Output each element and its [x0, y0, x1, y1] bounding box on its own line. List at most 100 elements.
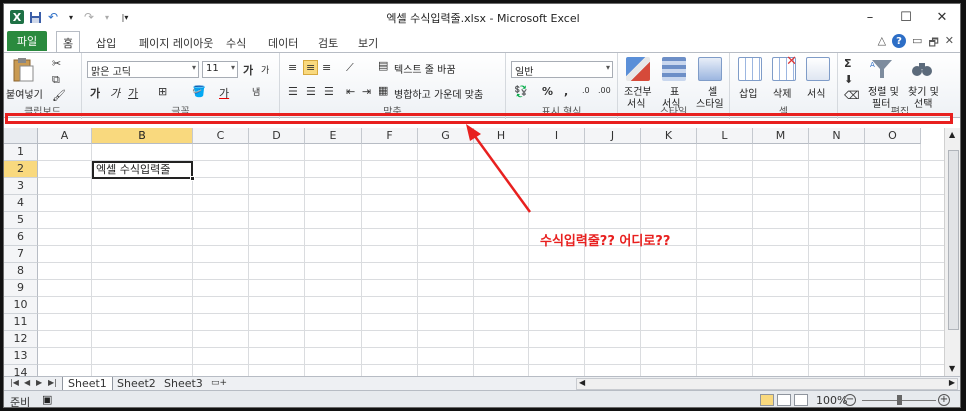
scroll-left-icon[interactable]: ◀ — [579, 378, 585, 387]
column-header-m[interactable]: M — [753, 128, 809, 144]
column-header-n[interactable]: N — [809, 128, 865, 144]
underline-icon[interactable]: 가 — [128, 85, 138, 101]
tab-home[interactable]: 홈 — [56, 31, 81, 52]
sheet-tab-1[interactable]: Sheet1 — [62, 377, 113, 391]
italic-icon[interactable]: 가 — [110, 85, 120, 101]
column-header-d[interactable]: D — [249, 128, 305, 144]
close-button[interactable]: ✕ — [924, 4, 960, 30]
last-sheet-icon[interactable]: ▶| — [48, 378, 57, 387]
row-header-8[interactable]: 8 — [4, 263, 38, 280]
column-header-c[interactable]: C — [193, 128, 249, 144]
column-header-l[interactable]: L — [697, 128, 753, 144]
align-top-icon[interactable]: ≡ — [288, 61, 297, 74]
fill-handle[interactable] — [190, 176, 195, 181]
currency-icon[interactable]: 💱 — [514, 85, 528, 98]
increase-indent-icon[interactable]: ⇥ — [362, 85, 371, 98]
workbook-restore-icon[interactable]: 🗗 — [928, 34, 938, 53]
increase-decimal-icon[interactable]: .0 — [582, 86, 590, 95]
autosum-icon[interactable]: Σ — [844, 57, 852, 70]
align-left-icon[interactable]: ☰ — [288, 85, 298, 98]
vertical-scrollbar[interactable]: ▲ ▼ — [944, 128, 960, 376]
column-header-h[interactable]: H — [474, 128, 529, 144]
minimize-ribbon-icon[interactable]: △ — [878, 34, 886, 53]
comma-icon[interactable]: , — [564, 85, 568, 98]
row-header-5[interactable]: 5 — [4, 212, 38, 229]
row-header-12[interactable]: 12 — [4, 331, 38, 348]
column-header-i[interactable]: I — [529, 128, 585, 144]
workbook-close-icon[interactable]: ✕ — [945, 34, 954, 53]
next-sheet-icon[interactable]: ▶ — [36, 378, 42, 387]
find-select-icon[interactable] — [910, 57, 934, 81]
select-all-corner[interactable] — [4, 128, 38, 144]
shrink-font-icon[interactable]: 가 — [261, 63, 269, 76]
tab-review[interactable]: 검토 — [312, 33, 344, 52]
column-header-a[interactable]: A — [38, 128, 92, 144]
clear-icon[interactable]: ⌫ — [844, 89, 860, 102]
row-header-13[interactable]: 13 — [4, 348, 38, 365]
column-header-g[interactable]: G — [418, 128, 474, 144]
column-header-k[interactable]: K — [641, 128, 697, 144]
row-header-11[interactable]: 11 — [4, 314, 38, 331]
font-size-select[interactable]: 11 ▾ — [202, 61, 238, 78]
column-header-b[interactable]: B — [92, 128, 193, 144]
fill-color-icon[interactable]: 🪣 — [192, 85, 206, 98]
sort-filter-icon[interactable]: A — [870, 57, 894, 81]
align-center-icon[interactable]: ☰ — [306, 85, 316, 98]
maximize-button[interactable]: ☐ — [888, 4, 924, 30]
paste-button-label[interactable]: 붙여넣기 — [6, 86, 43, 101]
grow-font-icon[interactable]: 가 — [243, 62, 253, 78]
horizontal-scrollbar[interactable]: ◀ ▶ — [576, 378, 958, 390]
percent-icon[interactable]: % — [542, 85, 553, 98]
insert-sheet-icon[interactable]: ▭+ — [206, 377, 232, 391]
align-middle-icon[interactable]: ≡ — [303, 60, 319, 75]
decrease-indent-icon[interactable]: ⇤ — [346, 85, 355, 98]
prev-sheet-icon[interactable]: ◀ — [24, 378, 30, 387]
row-header-3[interactable]: 3 — [4, 178, 38, 195]
cut-icon[interactable]: ✂ — [52, 57, 61, 70]
merge-center-icon[interactable]: ▦ — [378, 84, 388, 97]
page-break-view-icon[interactable] — [794, 394, 808, 406]
orientation-icon[interactable]: ⟋ — [346, 61, 354, 75]
page-layout-view-icon[interactable] — [777, 394, 791, 406]
workbook-minimize-icon[interactable]: ▭ — [912, 34, 922, 53]
cell-b2[interactable]: 엑셀 수식입력줄 — [92, 161, 195, 181]
help-icon[interactable]: ? — [892, 34, 907, 48]
conditional-format-icon[interactable] — [626, 57, 650, 81]
number-format-select[interactable]: 일반 ▾ — [511, 61, 613, 78]
tab-page-layout[interactable]: 페이지 레이아웃 — [133, 33, 219, 52]
row-header-7[interactable]: 7 — [4, 246, 38, 263]
fill-icon[interactable]: ⬇ — [844, 73, 853, 86]
copy-icon[interactable]: ⧉ — [52, 73, 60, 87]
format-cells-label[interactable]: 서식 — [807, 85, 825, 100]
insert-cells-icon[interactable] — [738, 57, 762, 81]
tab-insert[interactable]: 삽입 — [90, 33, 122, 52]
delete-cells-label[interactable]: 삭제 — [773, 85, 791, 100]
sheet-tab-2[interactable]: Sheet2 — [112, 377, 161, 391]
scroll-right-icon[interactable]: ▶ — [949, 378, 955, 387]
phonetic-guide-icon[interactable]: 냄 — [252, 85, 260, 98]
worksheet-grid[interactable]: ABCDEFGHIJKLMNO 1 2 3 4 5 6 7 8 9 10 11 12 13 14 엑셀 수… — [4, 128, 960, 382]
vertical-scroll-thumb[interactable] — [948, 150, 959, 330]
row-header-1[interactable]: 1 — [4, 144, 38, 161]
align-bottom-icon[interactable]: ≡ — [322, 61, 331, 74]
scroll-down-icon[interactable]: ▼ — [949, 364, 955, 373]
normal-view-icon[interactable] — [760, 394, 774, 406]
paste-icon[interactable] — [12, 57, 34, 83]
format-painter-icon[interactable]: 🖌 — [52, 89, 66, 102]
scroll-up-icon[interactable]: ▲ — [949, 130, 955, 139]
wrap-text-label[interactable]: 텍스트 줄 바꿈 — [394, 61, 456, 76]
bold-icon[interactable]: 가 — [90, 85, 100, 101]
tab-file[interactable]: 파일 — [7, 31, 47, 51]
format-table-icon[interactable] — [662, 57, 686, 81]
delete-cells-icon[interactable]: ✕ — [772, 54, 797, 81]
row-header-6[interactable]: 6 — [4, 229, 38, 246]
zoom-slider-thumb[interactable] — [897, 395, 902, 405]
decrease-decimal-icon[interactable]: .00 — [598, 86, 611, 95]
font-color-icon[interactable]: 가 — [219, 85, 229, 101]
insert-cells-label[interactable]: 삽입 — [739, 85, 757, 100]
cell-styles-icon[interactable] — [698, 57, 722, 81]
column-header-j[interactable]: J — [585, 128, 641, 144]
merge-center-label[interactable]: 병합하고 가운데 맞춤 — [394, 86, 483, 101]
zoom-in-button[interactable]: + — [938, 394, 950, 406]
macro-record-icon[interactable]: ▣ — [42, 393, 52, 406]
